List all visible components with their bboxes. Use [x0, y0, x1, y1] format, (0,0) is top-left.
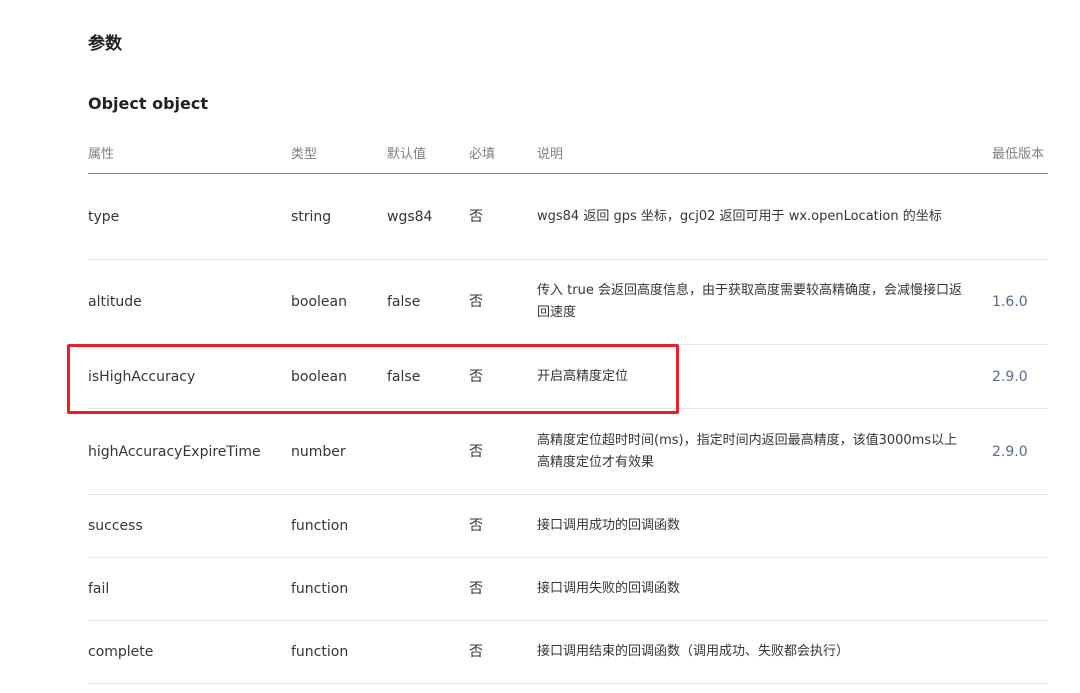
cell-default: wgs84 — [387, 173, 469, 260]
cell-default: false — [387, 344, 469, 409]
cell-default — [387, 557, 469, 621]
cell-default: false — [387, 259, 469, 345]
cell-version — [992, 494, 1048, 558]
cell-description: wgs84 返回 gps 坐标，gcj02 返回可用于 wx.openLocat… — [537, 173, 992, 260]
cell-name: fail — [88, 557, 291, 621]
header-default: 默认值 — [387, 131, 469, 174]
header-required: 必填 — [469, 131, 537, 174]
table-row: highAccuracyExpireTime number 否 高精度定位超时时… — [88, 408, 1048, 495]
table-header-row: 属性 类型 默认值 必填 说明 最低版本 — [88, 131, 1048, 174]
cell-default — [387, 620, 469, 684]
cell-default — [387, 494, 469, 558]
cell-type: number — [291, 408, 387, 495]
cell-description: 传入 true 会返回高度信息，由于获取高度需要较高精确度，会减慢接口返回速度 — [537, 259, 992, 345]
docs-page: 参数 Object object 属性 类型 默认值 必填 说明 最低版本 ty… — [0, 0, 1080, 693]
cell-type: function — [291, 557, 387, 621]
header-version: 最低版本 — [992, 131, 1048, 174]
cell-required: 否 — [469, 259, 537, 345]
cell-version — [992, 557, 1048, 621]
table-row: success function 否 接口调用成功的回调函数 — [88, 494, 1048, 558]
cell-name: type — [88, 173, 291, 260]
table-row: altitude boolean false 否 传入 true 会返回高度信息… — [88, 259, 1048, 345]
cell-version — [992, 620, 1048, 684]
cell-description: 接口调用结束的回调函数（调用成功、失败都会执行） — [537, 620, 992, 684]
cell-description: 接口调用成功的回调函数 — [537, 494, 992, 558]
cell-required: 否 — [469, 408, 537, 495]
cell-type: boolean — [291, 344, 387, 409]
cell-type: boolean — [291, 259, 387, 345]
object-title: Object object — [88, 94, 209, 113]
cell-type: function — [291, 620, 387, 684]
cell-default — [387, 408, 469, 495]
cell-required: 否 — [469, 173, 537, 260]
table-row: complete function 否 接口调用结束的回调函数（调用成功、失败都… — [88, 620, 1048, 684]
cell-version[interactable]: 2.9.0 — [992, 408, 1048, 495]
cell-version[interactable]: 1.6.0 — [992, 259, 1048, 345]
cell-name: isHighAccuracy — [88, 344, 291, 409]
table-row: fail function 否 接口调用失败的回调函数 — [88, 557, 1048, 621]
cell-name: complete — [88, 620, 291, 684]
cell-name: altitude — [88, 259, 291, 345]
cell-name: highAccuracyExpireTime — [88, 408, 291, 495]
cell-version[interactable]: 2.9.0 — [992, 344, 1048, 409]
cell-version — [992, 173, 1048, 260]
cell-name: success — [88, 494, 291, 558]
params-table: 属性 类型 默认值 必填 说明 最低版本 type string wgs84 否… — [88, 131, 1048, 684]
table-row-highlighted: isHighAccuracy boolean false 否 开启高精度定位 2… — [88, 344, 1048, 409]
cell-required: 否 — [469, 344, 537, 409]
header-description: 说明 — [537, 131, 992, 174]
cell-required: 否 — [469, 557, 537, 621]
cell-description: 接口调用失败的回调函数 — [537, 557, 992, 621]
cell-description: 高精度定位超时时间(ms)，指定时间内返回最高精度，该值3000ms以上高精度定… — [537, 408, 992, 495]
cell-required: 否 — [469, 620, 537, 684]
header-type: 类型 — [291, 131, 387, 174]
section-title: 参数 — [88, 34, 122, 54]
cell-type: string — [291, 173, 387, 260]
cell-description: 开启高精度定位 — [537, 344, 992, 409]
cell-type: function — [291, 494, 387, 558]
cell-required: 否 — [469, 494, 537, 558]
table-row: type string wgs84 否 wgs84 返回 gps 坐标，gcj0… — [88, 173, 1048, 260]
header-name: 属性 — [88, 131, 291, 174]
